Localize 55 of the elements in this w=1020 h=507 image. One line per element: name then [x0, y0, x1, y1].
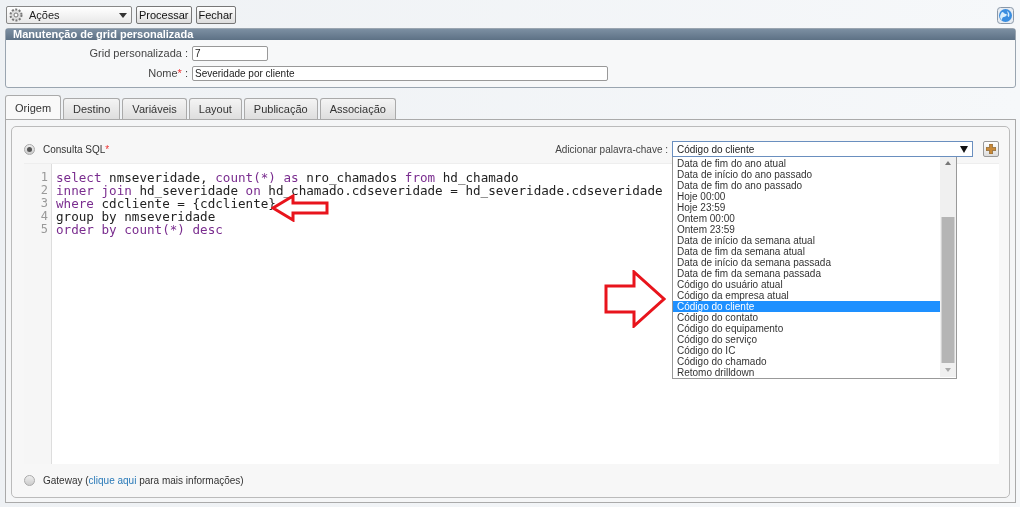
code-line: order by count(*) desc — [56, 222, 223, 235]
dropdown-option[interactable]: Data de início do ano passado — [673, 169, 940, 180]
panel-title: Manutenção de grid personalizada — [6, 29, 1015, 40]
keyword-label: Adicionar palavra-chave : — [555, 143, 668, 155]
globe-icon[interactable] — [997, 6, 1014, 24]
dropdown-option[interactable]: Ontem 23:59 — [673, 224, 940, 235]
tab[interactable]: Variáveis — [122, 98, 187, 119]
dropdown-option[interactable]: Código do usuário atual — [673, 279, 940, 290]
plus-icon — [986, 144, 996, 154]
text-field[interactable]: Severidade por cliente — [192, 65, 608, 81]
dropdown-option[interactable]: Código da empresa atual — [673, 290, 940, 301]
field-label: Grid personalizada : — [88, 47, 189, 59]
tab[interactable]: Publicação — [243, 98, 318, 119]
field-label: Nome* : — [147, 67, 189, 79]
toolbar-button[interactable]: Processar — [136, 6, 192, 24]
dropdown-option[interactable]: Código do IC — [673, 345, 940, 356]
dropdown-option[interactable]: Código do serviço — [673, 334, 940, 345]
line-number: 1 — [39, 170, 49, 183]
dropdown-option[interactable]: Código do equipamento — [673, 323, 940, 334]
toolbar-button[interactable]: Fechar — [195, 6, 236, 24]
line-number: 3 — [39, 196, 49, 209]
tab[interactable]: Origem — [5, 95, 62, 119]
dropdown-option[interactable]: Retomo drilldown — [673, 367, 940, 378]
radio-button[interactable] — [24, 143, 35, 155]
dropdown-option[interactable]: Data de início da semana passada — [673, 257, 940, 268]
radio-label: Gateway (clique aqui para mais informações) — [43, 475, 244, 486]
caret-icon — [119, 12, 127, 18]
dropdown-option[interactable]: Data de fim da semana passada — [673, 268, 940, 279]
dropdown-option[interactable]: Ontem 00:00 — [673, 213, 940, 224]
actions-dropdown[interactable]: Ações — [6, 6, 132, 24]
radio-button[interactable] — [24, 475, 35, 486]
gear-icon — [9, 8, 23, 22]
line-number: 5 — [39, 222, 49, 235]
tab[interactable]: Associação — [319, 98, 396, 119]
tab[interactable]: Layout — [188, 98, 242, 119]
add-button[interactable] — [983, 141, 999, 157]
radio-label: Consulta SQL* — [43, 143, 110, 155]
dropdown-option[interactable]: Hoje 23:59 — [673, 202, 940, 213]
dropdown-option[interactable]: Data de fim da semana atual — [673, 246, 940, 257]
dropdown-option[interactable]: Código do contato — [673, 312, 940, 323]
line-number: 2 — [39, 183, 49, 196]
arrow-annotation — [604, 270, 666, 328]
dropdown-option[interactable]: Código do chamado — [673, 356, 940, 367]
text-field[interactable]: 7 — [192, 45, 268, 61]
tab[interactable]: Destino — [63, 98, 121, 119]
scrollbar[interactable] — [940, 157, 956, 377]
caret-icon — [960, 145, 968, 153]
dropdown-option[interactable]: Hoje 00:00 — [673, 191, 940, 202]
line-number: 4 — [39, 209, 49, 222]
code-line: inner join hd_severidade on hd_chamado.cdseveridade = hd_severidade.cdseveridade — [56, 183, 663, 196]
dropdown-option[interactable]: Data de fim do ano atual — [673, 158, 940, 169]
dropdown-option[interactable]: Data de fim do ano passado — [673, 180, 940, 191]
dropdown-option[interactable]: Data de início da semana atual — [673, 235, 940, 246]
code-line: select nmseveridade, count(*) as nro_chamados from hd_chamado — [56, 170, 519, 183]
keyword-dropdown[interactable]: Código do cliente — [672, 141, 973, 157]
